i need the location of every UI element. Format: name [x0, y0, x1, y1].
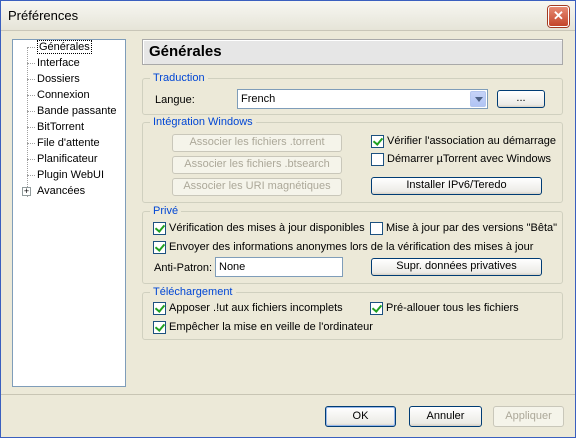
anon-info-checkbox[interactable] — [153, 241, 166, 254]
start-with-windows-checkbox[interactable] — [371, 153, 384, 166]
apply-button[interactable]: Appliquer — [493, 406, 564, 427]
check-updates-label: Vérification des mises à jour disponible… — [169, 222, 365, 234]
tree-item-avancees[interactable]: Avancées — [37, 184, 85, 199]
prealloc-checkbox[interactable] — [370, 302, 383, 315]
tree-item-label: Générales — [37, 40, 92, 54]
preferences-dialog: Préférences ✕ Générales Interface Dossie… — [0, 0, 576, 438]
ok-button[interactable]: OK — [325, 406, 396, 427]
language-label: Langue: — [155, 94, 195, 106]
append-ut-label: Apposer .!ut aux fichiers incomplets — [169, 302, 343, 314]
translation-legend: Traduction — [150, 71, 208, 85]
page-title: Générales — [149, 43, 222, 60]
check-updates-checkbox[interactable] — [153, 222, 166, 235]
beta-updates-label: Mise à jour par des versions "Bêta" — [386, 222, 558, 234]
panel-header: Générales — [142, 39, 563, 65]
prealloc-label: Pré-allouer tous les fichiers — [386, 302, 519, 314]
delete-private-button[interactable]: Supr. données privatives — [371, 258, 542, 276]
tree-item-interface[interactable]: Interface — [37, 56, 80, 71]
beta-updates-checkbox[interactable] — [370, 222, 383, 235]
tree-item-file-attente[interactable]: File d'attente — [37, 136, 100, 151]
tree-item-label: Dossiers — [37, 73, 80, 85]
check-assoc-label: Vérifier l'association au démarrage — [387, 135, 557, 147]
append-ut-checkbox[interactable] — [153, 302, 166, 315]
tree-item-label: Connexion — [37, 89, 90, 101]
tree-item-label: Plugin WebUI — [37, 169, 105, 181]
antipatron-field[interactable]: None — [215, 257, 343, 277]
expand-icon[interactable]: + — [22, 187, 31, 196]
language-value: French — [241, 93, 276, 105]
prevent-standby-label: Empêcher la mise en veille de l'ordinate… — [169, 321, 373, 333]
tree-item-label: BitTorrent — [37, 121, 85, 133]
antipatron-label: Anti-Patron: — [154, 262, 213, 274]
tree-item-planificateur[interactable]: Planificateur — [37, 152, 98, 167]
install-ipv6-button[interactable]: Installer IPv6/Teredo — [371, 177, 542, 195]
tree-item-connexion[interactable]: Connexion — [37, 88, 90, 103]
tree-item-dossiers[interactable]: Dossiers — [37, 72, 80, 87]
language-select[interactable]: French — [237, 89, 488, 109]
windows-integration-legend: Intégration Windows — [150, 115, 256, 129]
title-bar[interactable]: Préférences ✕ — [1, 1, 575, 31]
close-button[interactable]: ✕ — [548, 6, 569, 27]
tree-item-label: File d'attente — [37, 137, 100, 149]
prevent-standby-checkbox[interactable] — [153, 321, 166, 334]
assoc-torrent-button[interactable]: Associer les fichiers .torrent — [172, 134, 342, 152]
tree-item-label: Avancées — [37, 185, 86, 197]
tree-item-plugin-webui[interactable]: Plugin WebUI — [37, 168, 104, 183]
window-title: Préférences — [8, 8, 79, 23]
tree-item-bittorrent[interactable]: BitTorrent — [37, 120, 84, 135]
tree-item-bande-passante[interactable]: Bande passante — [37, 104, 117, 119]
assoc-btsearch-button[interactable]: Associer les fichiers .btsearch — [172, 156, 342, 174]
close-icon: ✕ — [553, 8, 564, 23]
footer-divider — [1, 394, 575, 395]
tree-item-generales[interactable]: Générales — [37, 40, 92, 55]
check-assoc-checkbox[interactable] — [371, 135, 384, 148]
tree-item-label: Bande passante — [37, 105, 117, 117]
download-legend: Téléchargement — [150, 285, 236, 299]
tree-item-label: Interface — [37, 57, 80, 69]
cancel-button[interactable]: Annuler — [409, 406, 482, 427]
privacy-legend: Privé — [150, 204, 182, 218]
tree-item-label: Planificateur — [37, 153, 98, 165]
category-tree: Générales Interface Dossiers Connexion B… — [12, 39, 126, 387]
anon-info-label: Envoyer des informations anonymes lors d… — [169, 241, 534, 253]
chevron-down-icon[interactable] — [470, 91, 486, 107]
language-browse-button[interactable]: ... — [497, 90, 545, 108]
assoc-magnet-button[interactable]: Associer les URI magnétiques — [172, 178, 342, 196]
start-with-windows-label: Démarrer µTorrent avec Windows — [387, 153, 552, 165]
